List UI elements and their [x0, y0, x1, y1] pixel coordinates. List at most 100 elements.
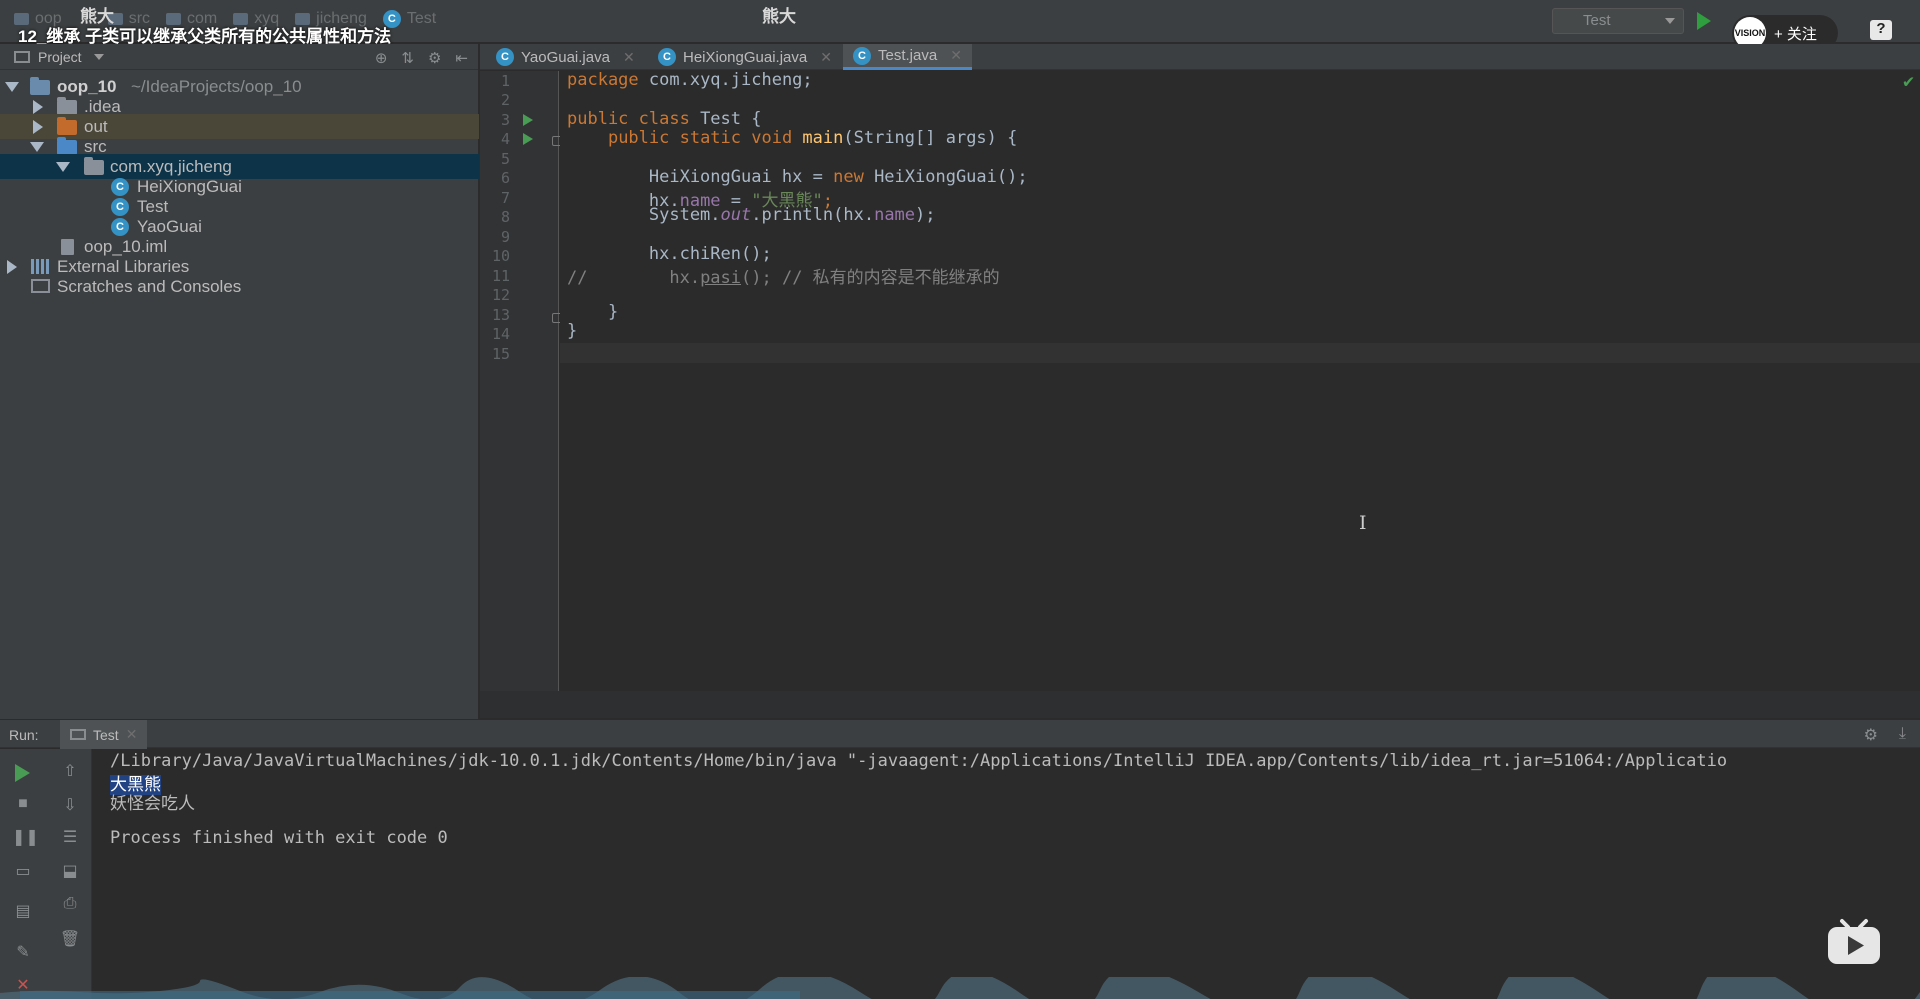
- down-arrow-icon[interactable]: ⇩: [59, 795, 81, 815]
- close-icon[interactable]: ✕: [820, 49, 832, 66]
- run-gutter-icon[interactable]: [523, 114, 533, 126]
- rerun-icon[interactable]: [15, 764, 30, 782]
- collapse-icon[interactable]: ⇅: [401, 49, 414, 67]
- runnable-class-icon: C: [853, 46, 871, 65]
- editor-gutter: 1 2 3 4 5 6 7 8 9 10 11 12 13 14 15: [480, 71, 562, 691]
- collapsed-arrow-icon[interactable]: [33, 120, 43, 134]
- project-panel: Project ⊕ ⇅ ⚙ ⇤ oop_10 ~/IdeaProjects/oo…: [0, 44, 479, 719]
- collapsed-arrow-icon[interactable]: [7, 260, 17, 274]
- library-icon: [31, 259, 50, 274]
- code-line-1: package com.xyq.jicheng;: [567, 70, 813, 90]
- gear-icon[interactable]: ⚙: [1864, 725, 1878, 745]
- line-number: 15: [491, 345, 510, 363]
- bilibili-logo-icon: [1828, 919, 1880, 964]
- breadcrumb-item[interactable]: Test: [407, 10, 436, 28]
- tab-test[interactable]: C Test.java ✕: [843, 44, 972, 70]
- line-number: 9: [500, 228, 510, 246]
- keyword: new: [833, 167, 864, 187]
- code-text: com.xyq.jicheng;: [638, 70, 813, 90]
- code-line-10: hx.chiRen();: [567, 244, 772, 264]
- line-number: 8: [500, 208, 510, 226]
- layout-icon[interactable]: ▤: [12, 901, 34, 921]
- run-gutter-icon[interactable]: [523, 133, 533, 145]
- scroll-to-end-icon[interactable]: ⬓: [59, 861, 81, 881]
- code-text: .println(hx.: [751, 205, 875, 225]
- close-icon[interactable]: ✕: [623, 49, 635, 66]
- line-number: 5: [500, 150, 510, 168]
- run-config-select[interactable]: Test: [1552, 8, 1684, 34]
- code-text: HeiXiongGuai hx =: [567, 167, 834, 187]
- trash-icon[interactable]: 🗑: [59, 929, 81, 949]
- class-icon: C: [496, 48, 514, 66]
- project-toolbar: ⊕ ⇅ ⚙ ⇤: [375, 49, 468, 67]
- excluded-folder-icon: [57, 117, 77, 135]
- line-number: 6: [500, 169, 510, 187]
- expand-arrow-icon[interactable]: [56, 162, 70, 172]
- console-overflow-fade: [1900, 759, 1920, 789]
- tab-label: Test.java: [878, 47, 938, 64]
- text-cursor-icon: I: [1359, 512, 1367, 534]
- tab-label: HeiXiongGuai.java: [683, 48, 808, 66]
- run-tab-test[interactable]: Test ✕: [60, 720, 148, 749]
- minimize-icon[interactable]: ⤓: [1899, 725, 1906, 743]
- line-number: 12: [491, 286, 510, 304]
- code-text: HeiXiongGuai();: [863, 167, 1028, 187]
- keyword: public class: [567, 109, 690, 129]
- soft-wrap-icon[interactable]: ☰: [59, 827, 81, 847]
- expand-arrow-icon[interactable]: [5, 82, 19, 92]
- code-text: (String[] args) {: [843, 128, 1018, 148]
- help-icon[interactable]: ?: [1870, 20, 1892, 40]
- run-label: Run:: [9, 727, 39, 743]
- camera-icon[interactable]: ▭: [12, 861, 34, 881]
- close-icon[interactable]: ✕: [950, 47, 962, 64]
- tab-yaoguai[interactable]: C YaoGuai.java ✕: [486, 44, 645, 70]
- code-text: );: [915, 205, 936, 225]
- pause-icon[interactable]: ❚❚: [12, 827, 39, 847]
- console-line: 妖怪会吃人: [110, 794, 195, 814]
- source-folder-icon: [57, 137, 77, 155]
- follow-label: + 关注: [1774, 25, 1817, 43]
- collapsed-arrow-icon[interactable]: [33, 100, 43, 114]
- code-text: }: [567, 321, 578, 341]
- code-text: Test {: [689, 109, 762, 129]
- hide-icon[interactable]: ⇤: [455, 49, 468, 67]
- line-number: 10: [491, 247, 510, 265]
- method-name: main: [792, 128, 844, 148]
- project-header[interactable]: Project ⊕ ⇅ ⚙ ⇤: [0, 44, 478, 70]
- expand-arrow-icon[interactable]: [30, 142, 44, 152]
- code-text: hx.chiRen();: [567, 244, 772, 264]
- stop-icon[interactable]: ■: [12, 795, 34, 815]
- run-config-label: Test: [1583, 12, 1611, 29]
- up-arrow-icon[interactable]: ⇧: [59, 761, 81, 781]
- run-icon[interactable]: [1697, 12, 1711, 30]
- code-line-11: // hx.pasi(); // 私有的内容是不能继承的: [567, 263, 1000, 288]
- code-editor[interactable]: ✔ package com.xyq.jicheng; public class …: [560, 70, 1920, 691]
- console-output[interactable]: /Library/Java/JavaVirtualMachines/jdk-10…: [93, 749, 1920, 999]
- field-name: name: [874, 205, 916, 225]
- editor-footer: [480, 691, 1920, 718]
- folder-icon: [57, 97, 77, 115]
- locate-icon[interactable]: ⊕: [375, 49, 388, 67]
- print-icon[interactable]: ⎙: [59, 895, 81, 915]
- code-text: System.: [567, 205, 721, 225]
- module-folder-icon: [30, 77, 50, 95]
- audio-waveform: [0, 977, 1920, 999]
- code-line-8: System.out.println(hx.name);: [567, 205, 936, 225]
- class-icon: C: [658, 48, 676, 66]
- line-number: 13: [491, 306, 510, 324]
- tab-heixiongguai[interactable]: C HeiXiongGuai.java ✕: [648, 44, 842, 70]
- console-icon: [70, 729, 86, 740]
- tab-label: YaoGuai.java: [521, 48, 610, 66]
- close-icon[interactable]: ✕: [126, 726, 138, 743]
- keyword: public static void: [607, 128, 793, 148]
- keyword: package: [567, 70, 639, 90]
- code-line-4: public static void main(String[] args) {: [567, 128, 1017, 148]
- package-icon: [84, 157, 104, 175]
- console-line: /Library/Java/JavaVirtualMachines/jdk-10…: [110, 751, 1728, 771]
- tree-item-scratches[interactable]: Scratches and Consoles: [0, 274, 479, 299]
- pin-icon[interactable]: ✎: [12, 942, 34, 962]
- line-number: 3: [500, 111, 510, 129]
- gear-icon[interactable]: ⚙: [428, 49, 441, 67]
- code-line-3: public class Test {: [567, 109, 761, 129]
- run-tab-label: Test: [93, 726, 119, 743]
